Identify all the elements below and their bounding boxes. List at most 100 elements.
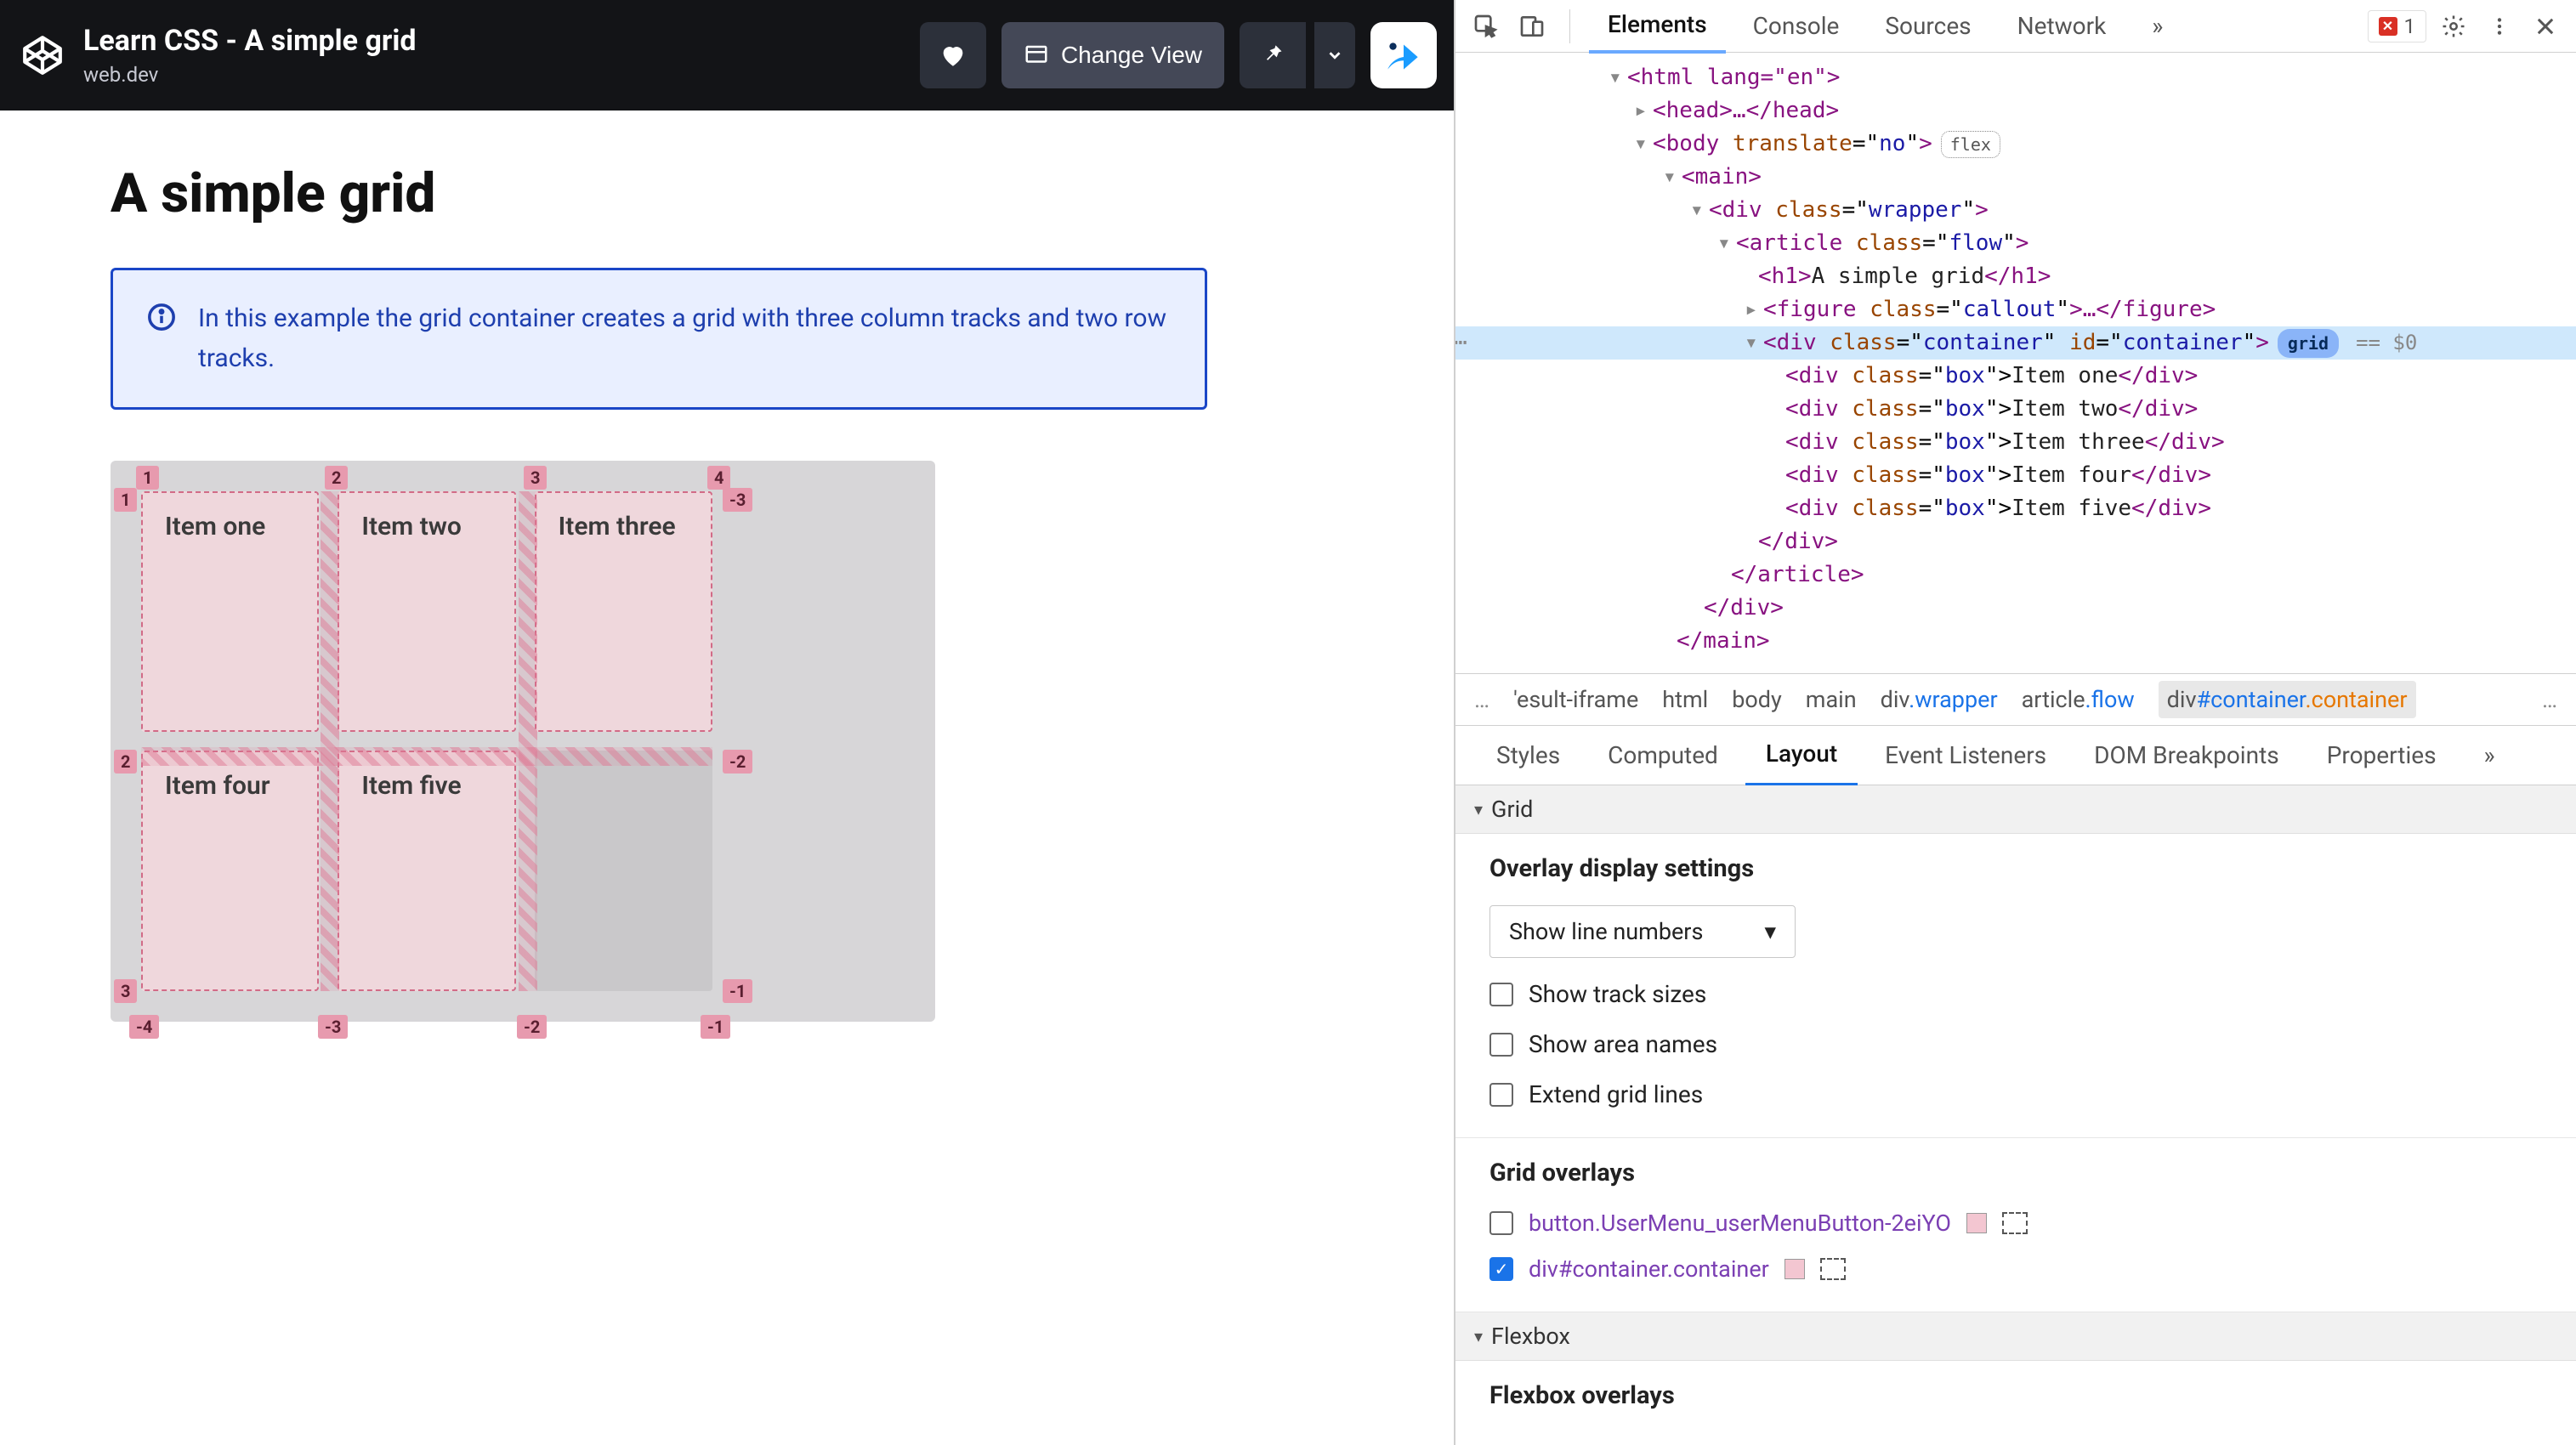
grid-line-number: -3 (723, 488, 752, 512)
dom-node[interactable]: ▾<main> (1455, 161, 2576, 194)
dom-node[interactable]: <div class="box">Item three</div> (1455, 426, 2576, 459)
codepen-logo[interactable] (17, 30, 68, 81)
flexbox-section-header[interactable]: ▾Flexbox (1455, 1312, 2576, 1361)
grid-gap-overlay (519, 491, 537, 991)
change-view-button[interactable]: Change View (1001, 22, 1224, 88)
grid-line-number: 2 (114, 750, 137, 774)
dom-node[interactable]: <html lang="en"> (1627, 65, 1840, 90)
dom-node[interactable]: <div class="box">Item one</div> (1455, 360, 2576, 393)
crumb[interactable]: main (1806, 686, 1857, 713)
error-icon: ✕ (2379, 17, 2397, 36)
grid-gap-overlay (321, 491, 339, 991)
checkbox-label: Extend grid lines (1529, 1080, 1703, 1108)
crumb-ellipsis[interactable]: … (1474, 686, 1489, 713)
dom-node[interactable]: ▾<article class="flow"> (1455, 227, 2576, 260)
subtab-styles[interactable]: Styles (1476, 726, 1580, 785)
overlay-selector[interactable]: button.UserMenu_userMenuButton-2eiYO (1529, 1210, 1951, 1237)
line-numbers-dropdown[interactable]: Show line numbers ▾ (1489, 905, 1796, 958)
dom-node-selected[interactable]: ▾<div class="container" id="container">g… (1455, 326, 2576, 360)
crumb-active[interactable]: div#container.container (2159, 681, 2416, 718)
dom-node[interactable]: ▾<body translate="no">flex (1455, 128, 2576, 161)
subtabs-overflow[interactable]: » (2464, 726, 2516, 785)
devtools-subtabs: Styles Computed Layout Event Listeners D… (1455, 726, 2576, 785)
reveal-icon[interactable] (1820, 1258, 1846, 1280)
overlay-checkbox[interactable]: ✓ (1489, 1257, 1513, 1281)
color-swatch[interactable] (1784, 1259, 1805, 1279)
dom-node[interactable]: </div> (1455, 525, 2576, 558)
layout-panel: ▾Grid Overlay display settings Show line… (1455, 785, 2576, 1445)
tab-network[interactable]: Network (1999, 0, 2125, 52)
pin-menu-button[interactable] (1314, 22, 1355, 88)
grid-line-number: 2 (325, 466, 348, 490)
chevron-down-icon: ▾ (1764, 918, 1776, 945)
dom-node[interactable]: </main> (1455, 625, 2576, 658)
dom-node[interactable]: </article> (1455, 558, 2576, 592)
device-toggle-icon[interactable] (1513, 8, 1551, 45)
color-swatch[interactable] (1966, 1213, 1987, 1233)
subtab-dom-breakpoints[interactable]: DOM Breakpoints (2074, 726, 2300, 785)
eq0-marker: == $0 (2356, 331, 2417, 354)
checkbox-area-names[interactable] (1489, 1033, 1513, 1057)
user-avatar[interactable] (1370, 22, 1437, 88)
grid-line-number: 4 (707, 466, 730, 490)
flex-badge[interactable]: flex (1941, 131, 2000, 158)
subtab-properties[interactable]: Properties (2306, 726, 2457, 785)
crumb-ellipsis[interactable]: … (2542, 686, 2557, 713)
devtools-topbar: Elements Console Sources Network » ✕ 1 (1455, 0, 2576, 53)
grid-line-number: -2 (723, 750, 752, 774)
settings-icon[interactable] (2435, 8, 2472, 45)
dom-node[interactable]: ▾<div class="wrapper"> (1455, 194, 2576, 227)
overlay-selector[interactable]: div#container.container (1529, 1255, 1769, 1283)
overlay-settings-title: Overlay display settings (1489, 854, 2542, 883)
crumb[interactable]: 'esult-iframe (1513, 686, 1638, 713)
dom-node[interactable]: <h1>A simple grid</h1> (1455, 260, 2576, 293)
grid-item: Item three (535, 491, 712, 732)
subtab-computed[interactable]: Computed (1587, 726, 1739, 785)
dom-node[interactable]: <head>…</head> (1653, 98, 1839, 123)
pen-author[interactable]: web.dev (83, 63, 416, 87)
pin-button[interactable] (1240, 22, 1306, 88)
tabs-overflow[interactable]: » (2133, 0, 2182, 52)
codepen-pane: Learn CSS - A simple grid web.dev Change… (0, 0, 1454, 1445)
checkbox-track-sizes[interactable] (1489, 983, 1513, 1006)
dom-node[interactable]: </div> (1455, 592, 2576, 625)
grid-line-number: 3 (524, 466, 547, 490)
pen-title[interactable]: Learn CSS - A simple grid (83, 24, 416, 58)
inspect-icon[interactable] (1467, 8, 1505, 45)
reveal-icon[interactable] (2002, 1212, 2028, 1234)
dom-node[interactable]: <div class="box">Item four</div> (1455, 459, 2576, 492)
checkbox-extend-lines[interactable] (1489, 1083, 1513, 1107)
crumb[interactable]: div.wrapper (1881, 686, 1998, 713)
info-icon (147, 303, 176, 378)
grid-item: Item four (141, 751, 319, 991)
info-callout: In this example the grid container creat… (111, 268, 1207, 410)
error-badge[interactable]: ✕ 1 (2368, 10, 2427, 42)
kebab-icon[interactable] (2481, 8, 2518, 45)
dom-node[interactable]: ▸<figure class="callout">…</figure> (1455, 293, 2576, 326)
grid-line-number: 3 (114, 979, 137, 1003)
grid-section-header[interactable]: ▾Grid (1455, 785, 2576, 834)
grid-line-number: 1 (114, 488, 137, 512)
grid-overlays-title: Grid overlays (1489, 1159, 2542, 1187)
crumb[interactable]: body (1732, 686, 1782, 713)
dom-tree[interactable]: ▾<html lang="en"> ▸<head>…</head> ▾<body… (1455, 53, 2576, 673)
subtab-layout[interactable]: Layout (1745, 724, 1858, 787)
dom-node[interactable]: <div class="box">Item five</div> (1455, 492, 2576, 525)
grid-badge[interactable]: grid (2278, 329, 2339, 358)
like-button[interactable] (920, 22, 986, 88)
grid-line-number: -1 (723, 979, 752, 1003)
tab-elements[interactable]: Elements (1589, 0, 1726, 54)
crumb[interactable]: html (1662, 686, 1708, 713)
grid-line-number: -4 (129, 1015, 159, 1039)
grid-demo: Item one Item two Item three Item four I… (111, 461, 935, 1022)
tab-sources[interactable]: Sources (1866, 0, 1989, 52)
close-devtools-icon[interactable] (2527, 8, 2564, 45)
grid-item: Item five (338, 751, 515, 991)
subtab-event-listeners[interactable]: Event Listeners (1864, 726, 2067, 785)
crumb[interactable]: article.flow (2022, 686, 2135, 713)
page-title: A simple grid (111, 162, 1343, 225)
grid-item: Item one (141, 491, 319, 732)
tab-console[interactable]: Console (1734, 0, 1858, 52)
overlay-checkbox[interactable] (1489, 1211, 1513, 1235)
dom-node[interactable]: <div class="box">Item two</div> (1455, 393, 2576, 426)
